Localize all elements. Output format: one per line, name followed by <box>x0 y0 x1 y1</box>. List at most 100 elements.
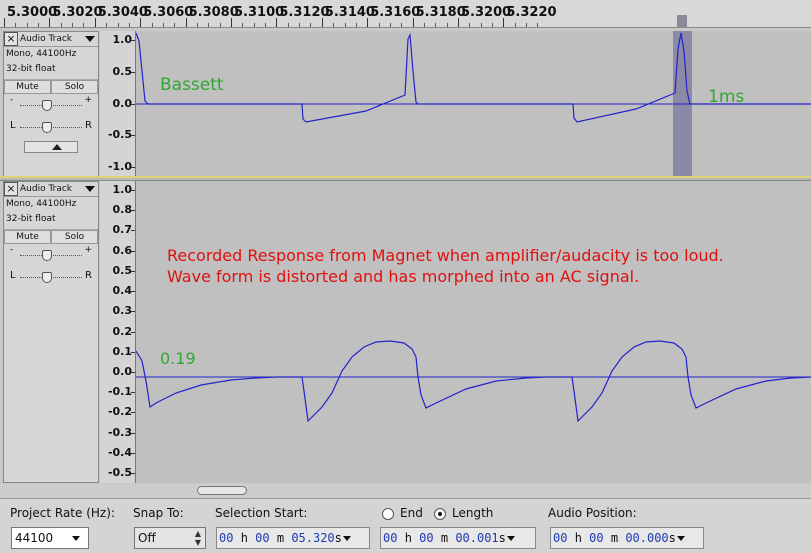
end-radio[interactable] <box>382 508 394 520</box>
ruler-tick <box>367 18 369 27</box>
close-icon[interactable]: × <box>4 32 18 46</box>
track-2-solo-button[interactable]: Solo <box>51 230 98 244</box>
track-2-mute-button[interactable]: Mute <box>4 230 51 244</box>
ruler-tick <box>276 18 278 27</box>
amplitude-tick-label: 0.5 <box>112 64 133 78</box>
ruler-minor-tick <box>253 23 255 27</box>
amplitude-tick <box>131 311 135 313</box>
length-minutes: 00 <box>419 531 434 545</box>
amplitude-tick-label: 0.2 <box>112 324 133 338</box>
close-icon[interactable]: × <box>4 182 18 196</box>
ruler-minor-tick <box>310 23 312 27</box>
pan-slider-thumb[interactable] <box>42 272 52 283</box>
length-radio-label: Length <box>452 506 494 520</box>
amplitude-tick <box>131 230 135 232</box>
chevron-down-icon[interactable] <box>342 536 351 541</box>
track-2-header: × Audio Track <box>4 182 98 197</box>
amplitude-tick-label: 0.4 <box>112 284 133 298</box>
amplitude-tick <box>131 270 135 272</box>
position-hours: 00 <box>553 531 568 545</box>
amplitude-tick-label: 0.1 <box>112 344 133 358</box>
collapse-track-button[interactable] <box>24 141 78 153</box>
amplitude-tick <box>131 135 135 137</box>
selection-marker[interactable] <box>677 15 687 27</box>
snap-to-select[interactable]: Off ▲ ▼ <box>134 527 206 549</box>
track-2-name[interactable]: Audio Track <box>20 184 85 194</box>
ruler-minor-tick <box>401 23 403 27</box>
ruler-tick <box>503 18 505 27</box>
track-2-pan-slider[interactable]: L R <box>10 266 92 288</box>
ruler-minor-tick <box>174 23 176 27</box>
ruler-minor-tick <box>106 23 108 27</box>
track-2-waveform-area[interactable]: Recorded Response from Magnet when ampli… <box>136 181 811 483</box>
seconds-unit: s <box>498 531 506 545</box>
minutes-unit: m <box>440 531 449 545</box>
minutes-unit: m <box>610 531 619 545</box>
track-2-gain-slider[interactable]: - + <box>10 244 92 266</box>
scrollbar-thumb[interactable] <box>197 486 247 495</box>
ruler-minor-tick <box>492 23 494 27</box>
ruler-minor-tick <box>83 23 85 27</box>
ruler-minor-tick <box>355 23 357 27</box>
chevron-down-icon[interactable] <box>676 536 685 541</box>
amplitude-tick <box>131 473 135 474</box>
gain-minus-label: - <box>10 245 14 255</box>
amplitude-tick <box>131 167 135 168</box>
track-1-mute-button[interactable]: Mute <box>4 80 51 94</box>
ruler-minor-tick <box>128 23 130 27</box>
track-1-gain-slider[interactable]: - + <box>10 94 92 116</box>
gain-minus-label: - <box>10 95 14 105</box>
selection-length-time[interactable]: 00 h 00 m 00.001s <box>380 527 536 549</box>
minutes-unit: m <box>276 531 285 545</box>
track-menu-chevron-down-icon[interactable] <box>85 186 95 192</box>
ruler-tick <box>185 18 187 27</box>
ruler-minor-tick <box>423 23 425 27</box>
track-1-header: × Audio Track <box>4 32 98 47</box>
track-1-name[interactable]: Audio Track <box>20 34 85 44</box>
track-1-format: Mono, 44100Hz <box>6 49 77 59</box>
seconds-unit: s <box>668 531 676 545</box>
ruler-minor-tick <box>469 23 471 27</box>
ruler-tick <box>49 18 51 27</box>
ruler-tick <box>94 18 96 27</box>
track-1-control-panel: × Audio Track Mono, 44100Hz 32-bit float… <box>3 31 99 177</box>
track-1-waveform-area[interactable]: Bassett 1ms <box>136 31 811 177</box>
amplitude-tick <box>131 71 135 73</box>
track-1-pan-slider[interactable]: L R <box>10 116 92 138</box>
gain-slider-thumb[interactable] <box>42 250 52 261</box>
ruler-minor-tick <box>435 23 437 27</box>
track-2-depth: 32-bit float <box>6 214 56 224</box>
selection-start-time[interactable]: 00 h 00 m 05.320s <box>216 527 370 549</box>
amplitude-tick <box>131 452 135 454</box>
amplitude-tick-label: 1.0 <box>112 33 133 46</box>
ruler-minor-tick <box>333 23 335 27</box>
pan-slider-thumb[interactable] <box>42 122 52 133</box>
horizontal-scrollbar[interactable] <box>0 484 811 498</box>
amplitude-tick <box>131 412 135 414</box>
amplitude-tick-label: 0.3 <box>112 304 133 318</box>
ruler-minor-tick <box>208 23 210 27</box>
gain-slider-thumb[interactable] <box>42 100 52 111</box>
ruler-minor-tick <box>299 23 301 27</box>
audio-position-label: Audio Position: <box>548 506 637 520</box>
ruler-minor-tick <box>26 23 28 27</box>
ruler-minor-tick <box>15 23 17 27</box>
amplitude-tick-label: -0.4 <box>107 445 132 459</box>
project-rate-select[interactable]: 44100 <box>11 527 89 549</box>
gain-plus-label: + <box>84 245 92 255</box>
ruler-minor-tick <box>526 23 528 27</box>
selection-start-minutes: 00 <box>255 531 270 545</box>
level-label: 0.19 <box>160 349 196 368</box>
amplitude-tick-label: -0.5 <box>107 128 132 142</box>
timeline-ruler[interactable]: 5.3000 5.3020 5.3040 5.3060 5.3080 5.3100 5.31… <box>0 0 811 28</box>
track-menu-chevron-down-icon[interactable] <box>85 36 95 42</box>
pan-left-label: L <box>10 120 16 131</box>
track-1-solo-button[interactable]: Solo <box>51 80 98 94</box>
audio-position-time[interactable]: 00 h 00 m 00.000s <box>550 527 704 549</box>
track-2-control-panel: × Audio Track Mono, 44100Hz 32-bit float… <box>3 181 99 483</box>
chevron-down-icon[interactable] <box>506 536 515 541</box>
hours-unit: h <box>240 531 248 545</box>
amplitude-tick <box>131 432 135 434</box>
length-radio[interactable] <box>434 508 446 520</box>
snap-to-value: Off <box>138 531 156 545</box>
